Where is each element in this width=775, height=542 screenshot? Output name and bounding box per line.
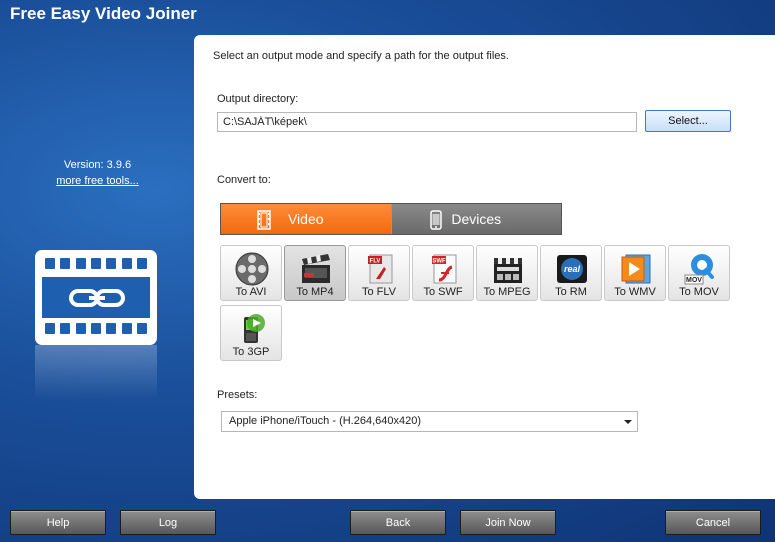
cancel-button[interactable]: Cancel <box>665 510 761 535</box>
format-mp4-label: To MP4 <box>296 286 334 298</box>
format-mov-button[interactable]: MOV To MOV <box>668 245 730 301</box>
version-label: Version: 3.9.6 <box>63 159 132 171</box>
select-directory-button[interactable]: Select... <box>645 110 731 132</box>
mpeg-clapper-icon <box>494 258 522 283</box>
format-rm-button[interactable]: real To RM <box>540 245 602 301</box>
film-strip-icon <box>257 210 271 230</box>
format-flv-button[interactable]: FLV To FLV <box>348 245 410 301</box>
tab-devices-label: Devices <box>451 211 502 227</box>
instruction-text: Select an output mode and specify a path… <box>213 50 509 62</box>
presets-selected-value: Apple iPhone/iTouch - (H.264,640x420) <box>229 415 422 427</box>
main-panel: Select an output mode and specify a path… <box>194 35 775 499</box>
format-wmv-button[interactable]: To WMV <box>604 245 666 301</box>
format-swf-button[interactable]: SWF To SWF <box>412 245 474 301</box>
format-flv-label: To FLV <box>361 286 397 298</box>
smartphone-icon <box>429 210 442 230</box>
format-avi-button[interactable]: To AVI <box>220 245 282 301</box>
output-directory-input[interactable] <box>217 112 637 132</box>
convert-to-label: Convert to: <box>217 174 271 186</box>
film-holes-bottom <box>42 323 150 337</box>
format-mpeg-button[interactable]: To MPEG <box>476 245 538 301</box>
flv-file-icon: FLV <box>368 254 393 284</box>
svg-text:SWF: SWF <box>432 259 446 265</box>
real-media-icon: real <box>557 255 587 283</box>
format-mp4-button[interactable]: To MP4 <box>284 245 346 301</box>
chevron-down-icon <box>624 420 632 424</box>
wmv-play-icon <box>621 254 651 284</box>
mode-tabs: Video Devices <box>220 203 562 235</box>
help-button[interactable]: Help <box>10 510 106 535</box>
log-button[interactable]: Log <box>120 510 216 535</box>
tab-video-label: Video <box>287 211 324 227</box>
format-3gp-button[interactable]: To 3GP <box>220 305 282 361</box>
chain-link-icon <box>69 289 125 307</box>
app-title: Free Easy Video Joiner <box>10 4 197 23</box>
format-mpeg-label: To MPEG <box>483 286 531 298</box>
3gp-phone-icon <box>244 314 265 343</box>
film-reel-icon <box>235 252 269 286</box>
format-rm-label: To RM <box>555 286 587 298</box>
format-avi-label: To AVI <box>235 286 267 298</box>
svg-text:real: real <box>564 264 581 274</box>
tab-video[interactable]: Video <box>221 204 392 234</box>
svg-text:MOV: MOV <box>686 277 702 284</box>
logo-reflection <box>35 345 157 400</box>
back-button[interactable]: Back <box>350 510 446 535</box>
join-now-button[interactable]: Join Now <box>460 510 556 535</box>
tab-devices[interactable]: Devices <box>391 204 561 234</box>
app-logo <box>35 250 157 345</box>
output-directory-label: Output directory: <box>217 93 299 105</box>
format-3gp-label: To 3GP <box>232 346 270 358</box>
presets-label: Presets: <box>217 389 258 401</box>
quicktime-mov-icon: MOV <box>684 254 714 285</box>
format-mov-label: To MOV <box>679 286 719 298</box>
clapperboard-icon <box>302 254 330 283</box>
format-wmv-label: To WMV <box>614 286 656 298</box>
presets-dropdown[interactable]: Apple iPhone/iTouch - (H.264,640x420) <box>221 411 638 432</box>
film-holes-top <box>42 258 150 272</box>
format-swf-label: To SWF <box>423 286 463 298</box>
more-free-tools-link[interactable]: more free tools... <box>30 175 165 187</box>
svg-text:FLV: FLV <box>370 259 381 265</box>
swf-file-icon: SWF <box>432 254 457 284</box>
